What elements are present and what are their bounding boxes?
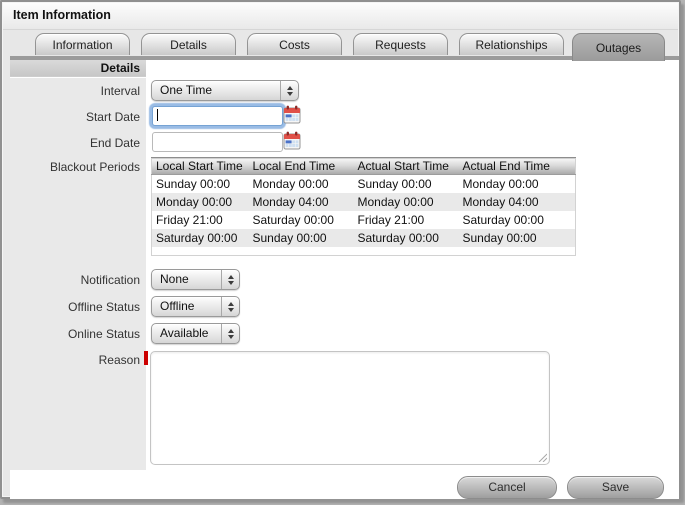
tab-relationships[interactable]: Relationships bbox=[459, 33, 564, 55]
column-header: Local End Time bbox=[248, 157, 354, 175]
blackout-periods-label: Blackout Periods bbox=[49, 160, 140, 174]
text-cursor bbox=[157, 109, 158, 121]
up-down-arrows-icon bbox=[280, 81, 298, 100]
blackout-periods-table: Local Start Time Local End Time Actual S… bbox=[151, 157, 576, 256]
offline-status-select-value: Offline bbox=[160, 299, 195, 313]
window-titlebar: Item Information bbox=[3, 3, 678, 30]
table-cell: Saturday 00:00 bbox=[458, 211, 576, 229]
tab-costs[interactable]: Costs bbox=[247, 33, 342, 55]
start-date-label: Start Date bbox=[85, 110, 140, 124]
online-status-select[interactable]: Available bbox=[151, 323, 240, 344]
table-cell: Monday 00:00 bbox=[248, 174, 354, 193]
calendar-icon[interactable] bbox=[283, 131, 301, 150]
table-cell: Sunday 00:00 bbox=[458, 229, 576, 247]
resize-grip-icon[interactable] bbox=[537, 452, 547, 462]
table-cell: Saturday 00:00 bbox=[353, 229, 459, 247]
notification-select[interactable]: None bbox=[151, 269, 240, 290]
up-down-arrows-icon bbox=[221, 324, 239, 343]
table-row[interactable]: Saturday 00:00 Sunday 00:00 Saturday 00:… bbox=[151, 229, 576, 247]
table-cell: Sunday 00:00 bbox=[353, 174, 459, 193]
section-header: Details bbox=[10, 60, 146, 77]
tab-label: Requests bbox=[375, 37, 426, 52]
table-cell: Sunday 00:00 bbox=[151, 174, 249, 193]
required-marker bbox=[144, 351, 148, 365]
table-cell: Sunday 00:00 bbox=[248, 229, 354, 247]
table-row[interactable]: Sunday 00:00 Monday 00:00 Sunday 00:00 M… bbox=[151, 174, 576, 193]
table-cell: Saturday 00:00 bbox=[248, 211, 354, 229]
reason-textarea[interactable] bbox=[153, 354, 547, 462]
end-date-label: End Date bbox=[89, 136, 140, 150]
table-cell: Monday 00:00 bbox=[353, 193, 459, 211]
up-down-arrows-icon bbox=[221, 297, 239, 316]
start-date-input[interactable] bbox=[152, 106, 283, 126]
table-cell: Monday 00:00 bbox=[151, 193, 249, 211]
interval-label: Interval bbox=[100, 84, 140, 98]
reason-field-frame bbox=[150, 351, 550, 465]
table-cell: Friday 21:00 bbox=[151, 211, 249, 229]
column-header: Local Start Time bbox=[151, 157, 249, 175]
tab-requests[interactable]: Requests bbox=[353, 33, 448, 55]
item-information-window: Item Information Information Details Cos… bbox=[0, 0, 681, 499]
tab-label: Outages bbox=[595, 40, 642, 55]
interval-select[interactable]: One Time bbox=[151, 80, 299, 101]
table-cell: Friday 21:00 bbox=[353, 211, 459, 229]
cancel-button[interactable]: Cancel bbox=[457, 476, 557, 499]
table-cell: Saturday 00:00 bbox=[151, 229, 249, 247]
table-row[interactable]: Monday 00:00 Monday 04:00 Monday 00:00 M… bbox=[151, 193, 576, 211]
online-status-label: Online Status bbox=[67, 327, 140, 341]
table-row[interactable]: Friday 21:00 Saturday 00:00 Friday 21:00… bbox=[151, 211, 576, 229]
tab-outages[interactable]: Outages bbox=[572, 33, 665, 61]
table-cell: Monday 00:00 bbox=[458, 174, 576, 193]
tab-label: Information bbox=[52, 37, 113, 52]
column-header: Actual Start Time bbox=[353, 157, 459, 175]
calendar-icon[interactable] bbox=[283, 105, 301, 124]
tab-label: Details bbox=[170, 37, 207, 52]
up-down-arrows-icon bbox=[221, 270, 239, 289]
tab-label: Relationships bbox=[475, 37, 548, 52]
interval-select-value: One Time bbox=[160, 83, 213, 97]
tab-details[interactable]: Details bbox=[141, 33, 236, 55]
notification-select-value: None bbox=[160, 272, 189, 286]
notification-label: Notification bbox=[80, 273, 140, 287]
save-button[interactable]: Save bbox=[567, 476, 664, 499]
reason-label: Reason bbox=[98, 353, 140, 367]
tab-label: Costs bbox=[279, 37, 310, 52]
offline-status-select[interactable]: Offline bbox=[151, 296, 240, 317]
online-status-select-value: Available bbox=[160, 326, 209, 340]
offline-status-label: Offline Status bbox=[68, 300, 140, 314]
page-title: Item Information bbox=[13, 8, 111, 22]
column-header: Actual End Time bbox=[458, 157, 576, 175]
end-date-input[interactable] bbox=[152, 132, 283, 152]
table-spacer-row bbox=[151, 247, 576, 256]
table-header-row: Local Start Time Local End Time Actual S… bbox=[151, 157, 576, 175]
tab-information[interactable]: Information bbox=[35, 33, 130, 55]
table-cell: Monday 04:00 bbox=[248, 193, 354, 211]
table-cell: Monday 04:00 bbox=[458, 193, 576, 211]
